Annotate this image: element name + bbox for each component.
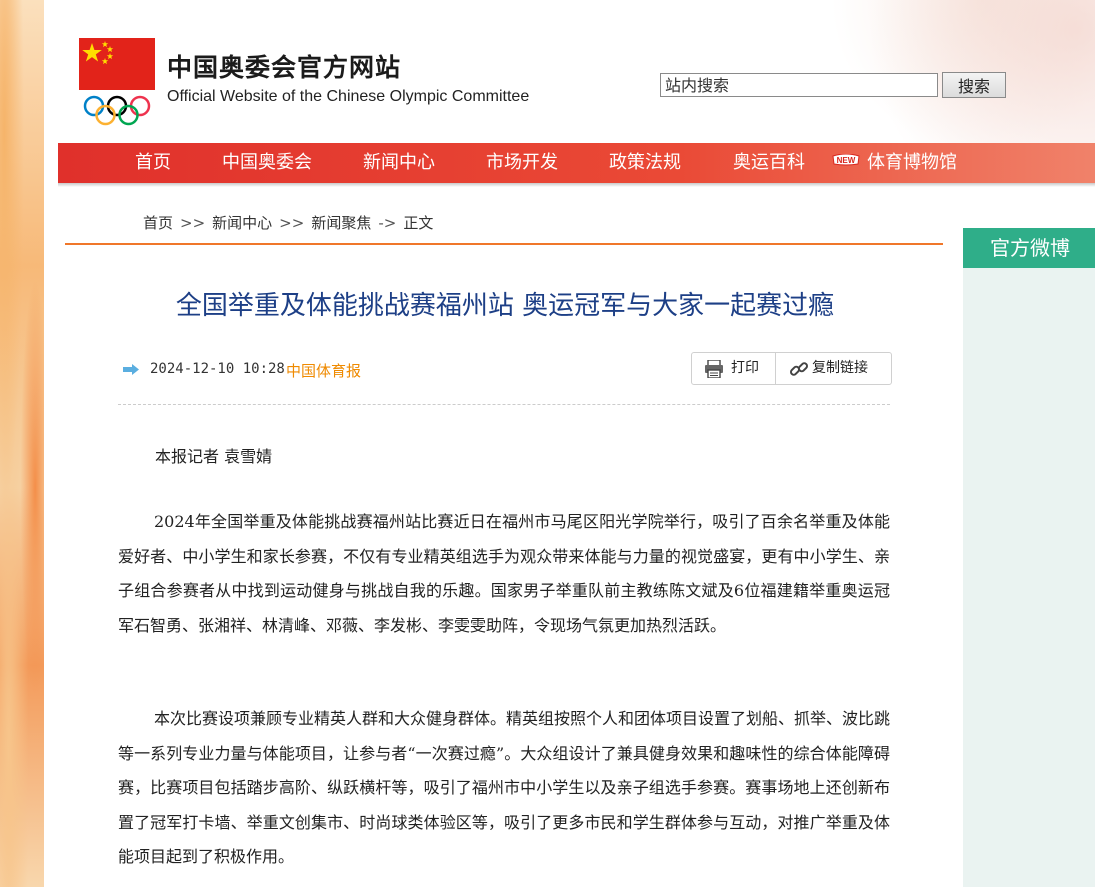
nav-item-encyclopedia[interactable]: 奥运百科 (733, 143, 805, 183)
article-source[interactable]: 中国体育报 (286, 360, 361, 381)
breadcrumb-current: 正文 (403, 214, 434, 232)
nav-item-policy[interactable]: 政策法规 (609, 143, 681, 183)
link-icon (789, 362, 809, 376)
breadcrumb: 首页 >> 新闻中心 >> 新闻聚焦 -> 正文 (143, 212, 433, 233)
nav-shadow (58, 183, 1095, 187)
article-title: 全国举重及体能挑战赛福州站 奥运冠军与大家一起赛过瘾 (175, 291, 835, 321)
sidebar-panel (963, 228, 1095, 887)
article-byline: 本报记者 袁雪婧 (155, 447, 273, 466)
site-subtitle: Official Website of the Chinese Olympic … (167, 88, 530, 105)
breadcrumb-separator: >> (180, 214, 206, 232)
main-nav: 首页 中国奥委会 新闻中心 市场开发 政策法规 奥运百科 体育博物馆 (58, 143, 1095, 187)
copy-link-label: 复制链接 (812, 360, 868, 376)
china-flag-icon (79, 38, 155, 90)
new-badge-text: NEW (837, 156, 856, 165)
breadcrumb-divider (65, 243, 943, 245)
copy-link-button[interactable]: 复制链接 (789, 353, 868, 384)
article-tools: 打印 复制链接 (691, 352, 892, 385)
breadcrumb-news-focus[interactable]: 新闻聚焦 (311, 214, 371, 232)
article-paragraph: 本次比赛设项兼顾专业精英人群和大众健身群体。精英组按照个人和团体项目设置了划船、… (118, 709, 891, 866)
arrow-right-icon (123, 364, 139, 375)
meta-divider (118, 404, 890, 405)
search-button[interactable]: 搜索 (942, 72, 1006, 98)
nav-item-museum[interactable]: 体育博物馆 (867, 143, 957, 183)
breadcrumb-separator: -> (378, 214, 397, 232)
site-title: 中国奥委会官方网站 (167, 53, 402, 82)
article-paragraph: 2024年全国举重及体能挑战赛福州站比赛近日在福州市马尾区阳光学院举行，吸引了百… (118, 512, 890, 635)
print-label: 打印 (731, 360, 759, 376)
tool-divider (775, 353, 776, 384)
breadcrumb-home[interactable]: 首页 (143, 214, 173, 232)
nav-item-coc[interactable]: 中国奥委会 (222, 143, 312, 183)
print-button[interactable]: 打印 (704, 353, 759, 384)
article-datetime: 2024-12-10 10:28 (150, 361, 285, 377)
olympic-rings-icon (83, 95, 151, 126)
nav-item-news[interactable]: 新闻中心 (363, 143, 435, 183)
breadcrumb-separator: >> (279, 214, 305, 232)
breadcrumb-news-center[interactable]: 新闻中心 (212, 214, 272, 232)
printer-icon (705, 360, 723, 378)
search-input[interactable] (660, 73, 938, 97)
nav-item-home[interactable]: 首页 (135, 143, 171, 183)
left-decoration (0, 0, 44, 887)
nav-item-marketing[interactable]: 市场开发 (486, 143, 558, 183)
new-badge-icon: NEW (832, 154, 860, 166)
weibo-tab[interactable]: 官方微博 (963, 228, 1095, 268)
